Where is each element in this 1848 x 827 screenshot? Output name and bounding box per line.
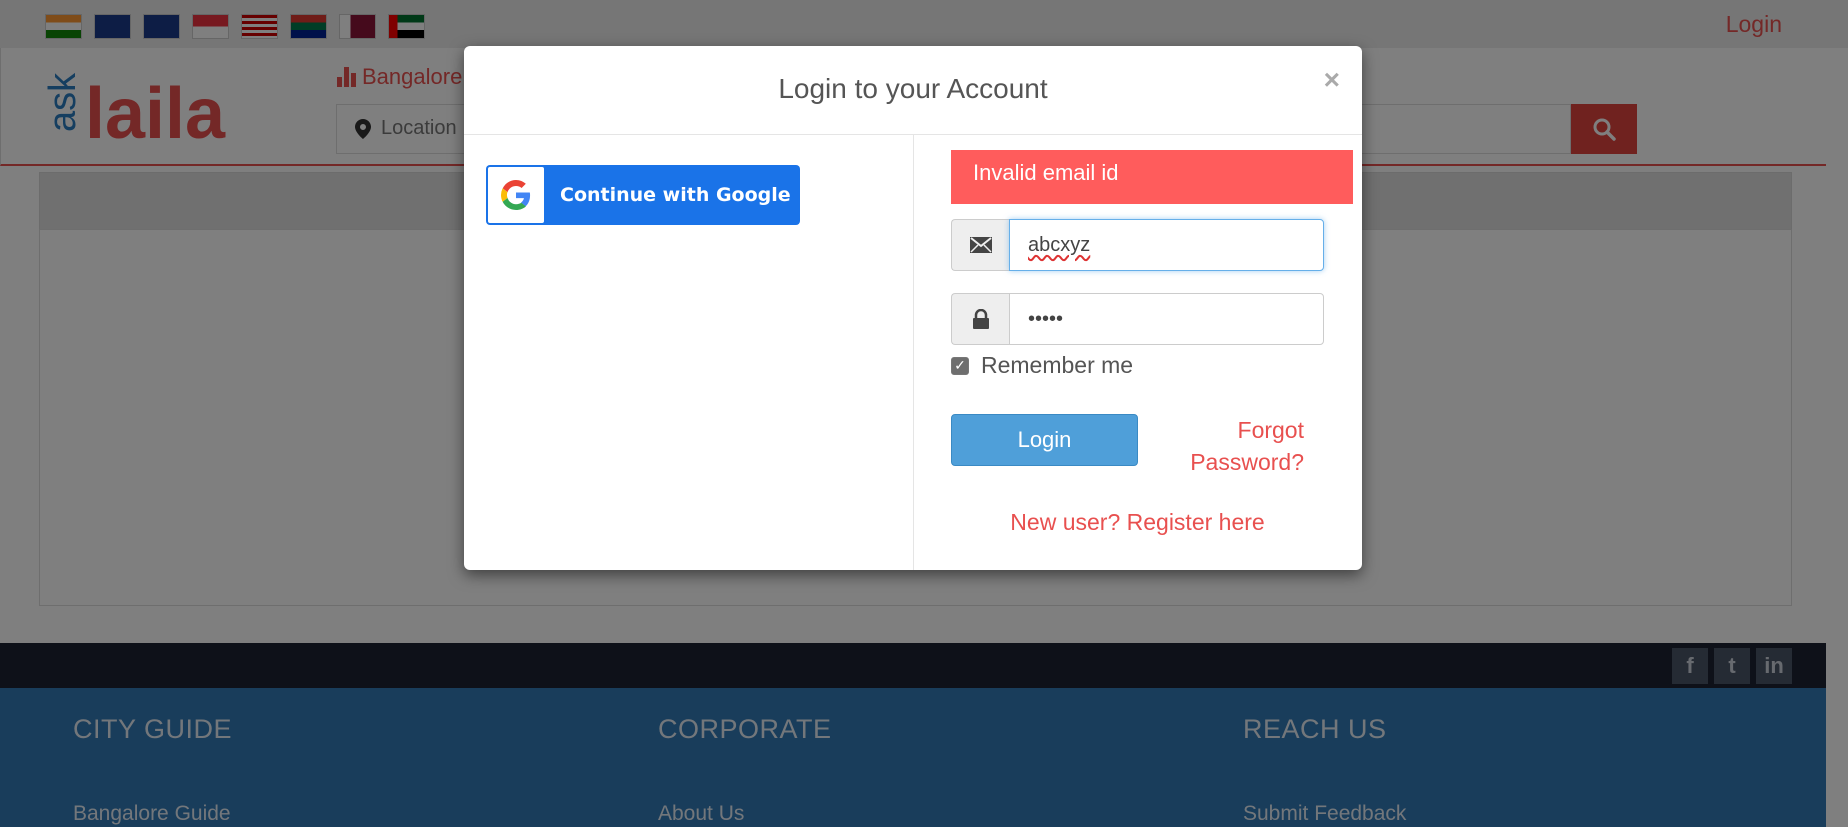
close-icon[interactable]: × [1324, 64, 1340, 96]
forgot-line-2: Password? [1190, 449, 1304, 475]
envelope-icon [951, 219, 1009, 271]
password-field[interactable]: ••••• [1009, 293, 1324, 345]
lock-icon [951, 293, 1009, 345]
modal-header: Login to your Account × [464, 46, 1362, 135]
forgot-password-link[interactable]: Forgot Password? [1164, 414, 1304, 478]
login-modal: Login to your Account × Continue with Go… [464, 46, 1362, 570]
password-value: ••••• [1028, 307, 1064, 330]
email-field[interactable]: abcxyz [1009, 219, 1324, 271]
login-button[interactable]: Login [951, 414, 1138, 466]
continue-with-google-button[interactable]: Continue with Google [486, 165, 800, 225]
google-logo-icon [488, 167, 544, 223]
forgot-line-1: Forgot [1237, 417, 1304, 443]
modal-title: Login to your Account [778, 73, 1048, 104]
google-button-label: Continue with Google [560, 184, 791, 206]
email-value: abcxyz [1028, 233, 1091, 256]
remember-me-checkbox[interactable]: ✓ [951, 356, 969, 375]
register-link[interactable]: New user? Register here [913, 509, 1362, 536]
remember-me-label[interactable]: Remember me [981, 352, 1133, 379]
error-banner: Invalid email id [951, 150, 1353, 204]
modal-column-divider [913, 135, 914, 570]
email-input-group: abcxyz [951, 219, 1324, 271]
password-input-group: ••••• [951, 293, 1324, 345]
remember-me: ✓ Remember me [951, 352, 1133, 379]
